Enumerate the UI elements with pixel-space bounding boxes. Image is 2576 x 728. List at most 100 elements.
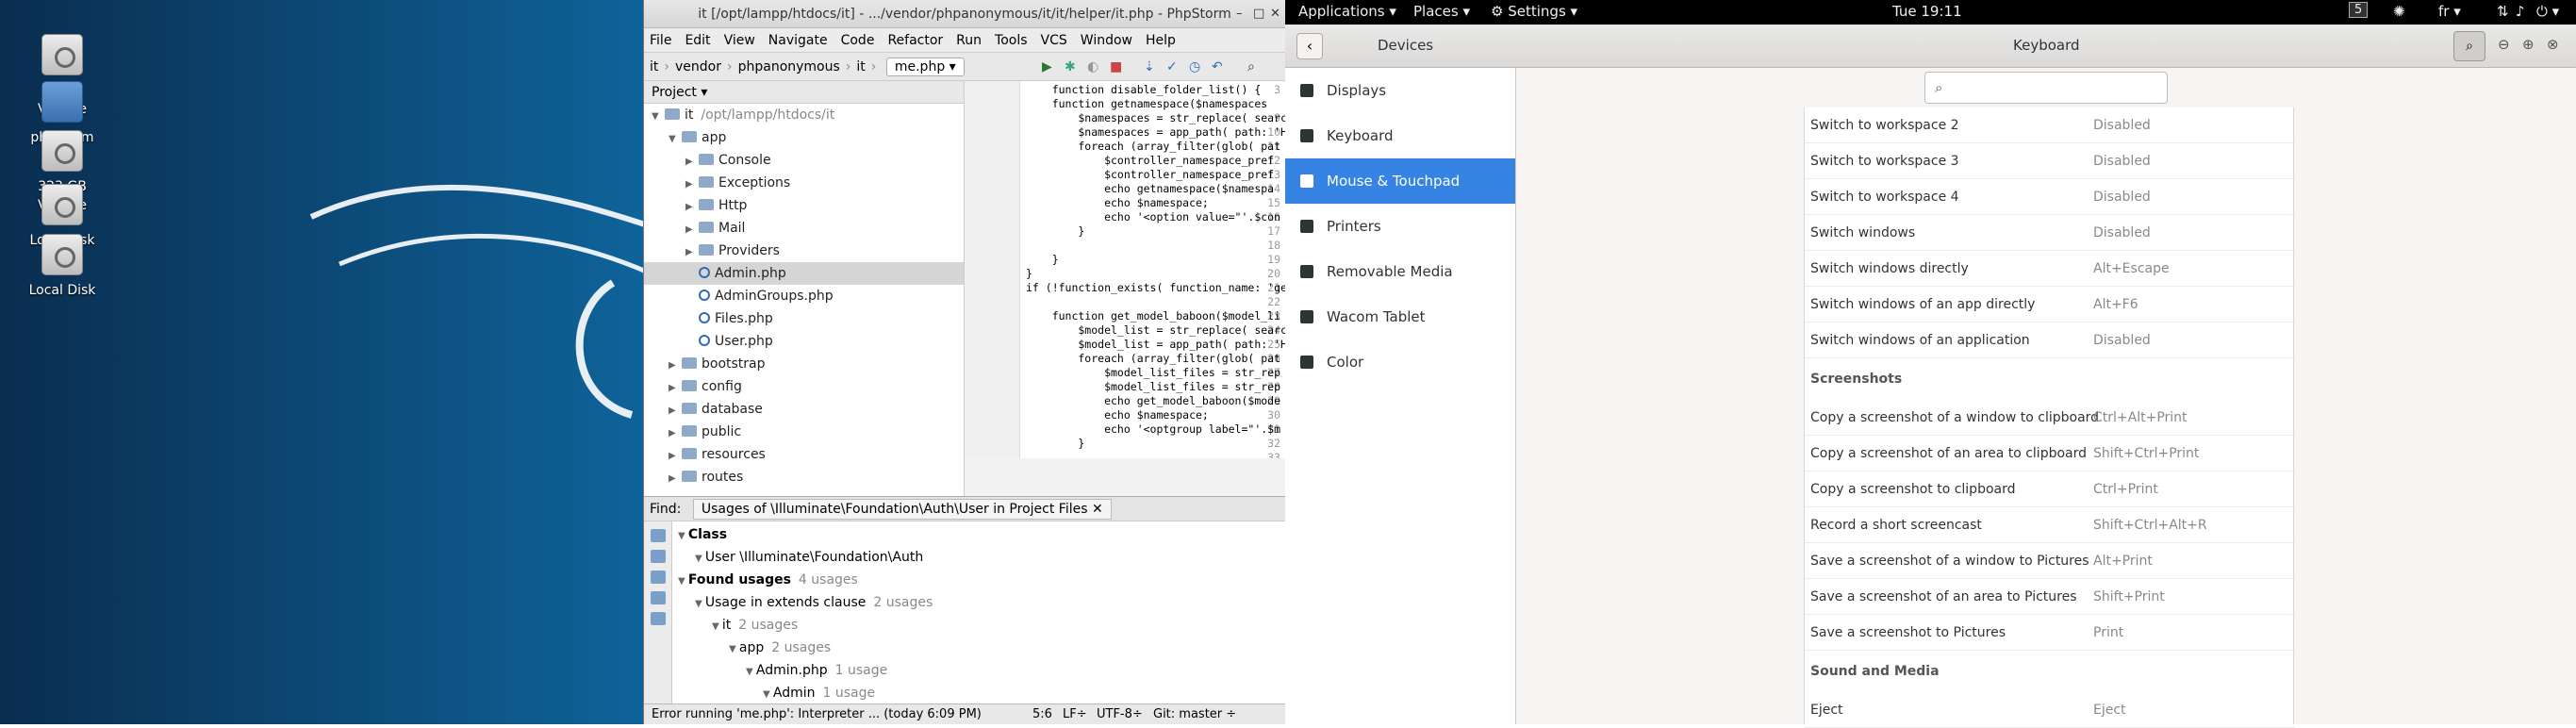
language-selector[interactable]: fr ▾ [2438,3,2461,20]
breadcrumb-item[interactable]: vendor [675,59,721,74]
places-menu[interactable]: Places ▾ [1413,3,1470,20]
usage-tree-row[interactable]: ▼ User \Illuminate\Foundation\Auth [695,546,923,569]
tree-item[interactable]: Files.php [644,307,964,330]
menu-item[interactable]: Window [1081,33,1132,48]
chevron-right-icon[interactable]: ▶ [685,174,699,196]
shortcut-row[interactable]: Copy a screenshot of a window to clipboa… [1805,400,2295,436]
menu-item[interactable]: VCS [1041,33,1067,48]
shortcut-row[interactable]: Switch windows of an application Disabled [1805,323,2295,358]
tree-item[interactable]: ▶ Exceptions [644,172,964,194]
sidebar-item[interactable]: Color [1285,339,1515,385]
chevron-down-icon[interactable]: ▼ [669,128,682,151]
window-titlebar[interactable]: it [/opt/lampp/htdocs/it] - .../vendor/p… [644,0,1285,28]
run-config-selector[interactable]: me.php ▾ [885,58,965,76]
coverage-icon[interactable]: ◐ [1087,53,1098,81]
workspace-indicator[interactable]: 5 [2349,2,2369,18]
shortcut-row[interactable]: Switch windows Disabled [1805,215,2295,251]
tree-item[interactable]: ▶ config [644,375,964,398]
close-find-icon[interactable] [651,550,666,563]
tree-item[interactable]: ▶ database [644,398,964,421]
project-view-selector[interactable]: Project ▾ [652,85,707,100]
tree-item[interactable]: ▶ Console [644,149,964,172]
previous-occurrence-icon[interactable] [651,591,666,604]
usage-tree-row[interactable]: ▼ app 2 usages [729,637,831,659]
breadcrumb-item[interactable]: phpanonymous [738,59,840,74]
desktop-icon[interactable]: Local Disk [25,234,100,300]
tree-item[interactable]: ▶ bootstrap [644,353,964,375]
chevron-down-icon[interactable]: ▼ [695,599,705,609]
chevron-right-icon[interactable]: ▶ [685,241,699,264]
chevron-down-icon[interactable]: ▼ [746,667,756,677]
shortcut-row[interactable]: Switch to workspace 3 Disabled [1805,143,2295,179]
export-icon[interactable] [651,612,666,625]
chevron-right-icon[interactable]: ▶ [669,355,682,377]
shortcut-row[interactable]: Switch windows of an app directly Alt+F6 [1805,287,2295,323]
tree-item[interactable]: AdminGroups.php [644,285,964,307]
tree-item[interactable]: ▶ Providers [644,240,964,262]
chevron-right-icon[interactable]: ▶ [669,400,682,422]
shortcut-row[interactable]: Record a short screencast Shift+Ctrl+Alt+… [1805,507,2295,543]
vcs-revert-icon[interactable]: ↶ [1212,53,1223,81]
find-tab[interactable]: Usages of \Illuminate\Foundation\Auth\Us… [692,499,1112,520]
chevron-down-icon[interactable]: ▼ [763,689,773,700]
usage-tree-row[interactable]: ▼ Found usages 4 usages [678,569,858,591]
clock[interactable]: Tue 19:11 [1892,3,1962,20]
breadcrumb-item[interactable]: it [856,59,865,74]
usage-tree-row[interactable]: ▼ it 2 usages [712,614,798,637]
close-icon[interactable]: ⊗ [2547,36,2559,53]
tree-item[interactable]: ▶ Mail [644,217,964,240]
tree-item[interactable]: User.php [644,330,964,353]
chevron-right-icon[interactable]: ▶ [685,219,699,241]
sidebar-item[interactable]: Wacom Tablet [1285,294,1515,339]
menu-item[interactable]: Run [956,33,982,48]
chevron-down-icon[interactable]: ▼ [652,106,665,128]
rerun-icon[interactable] [651,529,666,542]
vcs-commit-icon[interactable]: ✓ [1166,53,1178,81]
usage-tree-row[interactable]: ▼ Usage in extends clause 2 usages [695,591,933,614]
applications-menu[interactable]: Applications ▾ [1298,3,1396,20]
file-encoding[interactable]: UTF-8÷ [1097,704,1143,725]
menu-item[interactable]: Refactor [887,33,943,48]
project-header[interactable]: Project ▾ [644,81,964,104]
shortcut-row[interactable]: Save a screenshot of an area to Pictures… [1805,579,2295,615]
menu-item[interactable]: File [650,33,671,48]
search-input[interactable]: ⌕ [1924,72,2168,104]
power-icon[interactable]: ⏻ ▾ [2536,3,2559,20]
chevron-down-icon[interactable]: ▼ [678,576,688,587]
tree-item[interactable]: ▶ routes [644,466,964,488]
sidebar-item[interactable]: Displays [1285,68,1515,113]
chevron-down-icon[interactable]: ▼ [729,644,739,654]
tree-item[interactable]: ▶ Http [644,194,964,217]
git-branch[interactable]: Git: master ÷ [1153,704,1236,725]
menu-item[interactable]: Navigate [768,33,828,48]
chevron-down-icon[interactable]: ▼ [695,554,705,564]
usage-tree-row[interactable]: ▼ Admin.php 1 usage [746,659,887,682]
tree-item[interactable]: ▼ it/opt/lampp/htdocs/it [644,104,964,126]
line-separator[interactable]: LF÷ [1063,704,1087,725]
menu-item[interactable]: Tools [995,33,1028,48]
tree-item[interactable]: ▶ public [644,421,964,443]
volume-icon[interactable]: ♪ [2516,3,2525,20]
usage-tree-row[interactable]: ▼ Admin 1 usage [763,682,875,704]
sidebar-item[interactable]: Removable Media [1285,249,1515,294]
status-message[interactable]: Error running 'me.php': Interpreter ... … [652,707,982,721]
tree-item[interactable]: ▼ app [644,126,964,149]
close-icon[interactable]: ✕ [1270,0,1280,28]
run-icon[interactable]: ▶ [1042,53,1052,81]
search-button[interactable]: ⌕ [2453,31,2485,61]
shortcut-row[interactable]: Switch to workspace 2 Disabled [1805,108,2295,143]
chevron-down-icon[interactable]: ▼ [678,531,688,541]
menu-item[interactable]: Help [1146,33,1176,48]
menu-item[interactable]: Edit [685,33,710,48]
sidebar-item[interactable]: Printers [1285,204,1515,249]
settings-menu[interactable]: ⚙ Settings ▾ [1491,3,1577,20]
pin-icon[interactable] [651,571,666,584]
sidebar-item[interactable]: Mouse & Touchpad [1285,158,1515,204]
usage-tree-row[interactable]: ▼ Class [678,523,727,546]
stop-icon[interactable]: ■ [1110,53,1122,81]
vcs-history-icon[interactable]: ◷ [1189,53,1200,81]
shortcut-row[interactable]: Switch windows directly Alt+Escape [1805,251,2295,287]
shortcut-row[interactable]: Save a screenshot of a window to Picture… [1805,543,2295,579]
shortcut-row[interactable]: Copy a screenshot to clipboard Ctrl+Print [1805,472,2295,507]
chevron-right-icon[interactable]: ▶ [685,196,699,219]
